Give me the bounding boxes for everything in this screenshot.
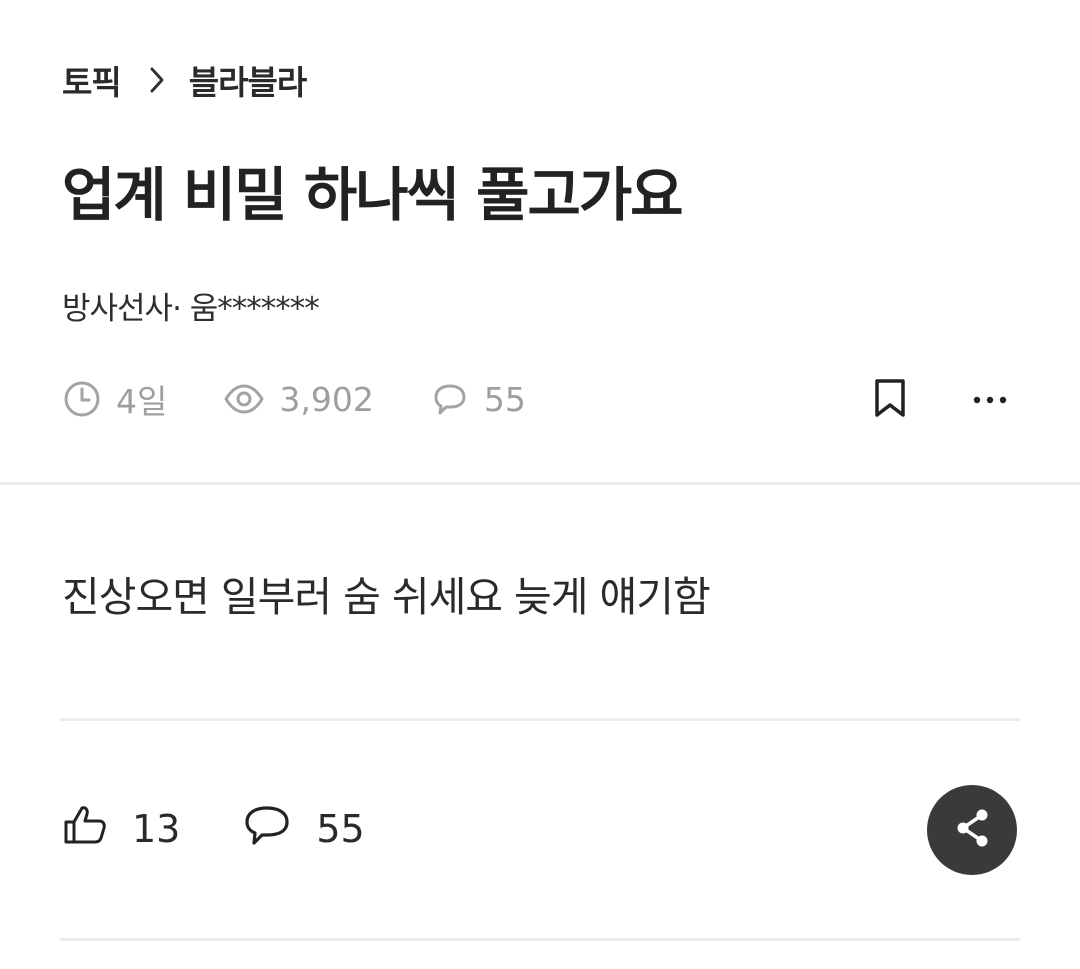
- thumbs-up-icon: [62, 802, 108, 857]
- clock-icon: [62, 379, 102, 419]
- breadcrumb-board[interactable]: 블라블라: [189, 56, 307, 104]
- stat-views: 3,902: [223, 379, 374, 419]
- comment-button[interactable]: 55: [242, 802, 365, 857]
- stat-time: 4일: [62, 375, 167, 423]
- speech-bubble-icon: [242, 802, 292, 857]
- like-button[interactable]: 13: [62, 802, 180, 857]
- post-author[interactable]: 방사선사· 움*******: [62, 283, 320, 328]
- bookmark-button[interactable]: [870, 378, 910, 422]
- more-icon: [972, 390, 1008, 409]
- comments-value: 55: [483, 379, 526, 419]
- actions-divider: [60, 938, 1020, 941]
- stat-comments: 55: [430, 379, 526, 419]
- share-button[interactable]: [927, 785, 1017, 875]
- post-body: 진상오면 일부러 숨 쉬세요 늦게 얘기함: [62, 573, 711, 621]
- body-divider: [60, 718, 1020, 721]
- post-actions: 13 55: [62, 804, 365, 854]
- more-button[interactable]: [966, 382, 1014, 416]
- speech-bubble-icon: [430, 379, 470, 419]
- comment-count: 55: [316, 807, 365, 851]
- post-stats: 4일 3,902 55: [62, 376, 526, 422]
- chevron-right-icon: [147, 65, 167, 95]
- views-value: 3,902: [279, 379, 374, 419]
- like-count: 13: [132, 807, 181, 851]
- bookmark-icon: [873, 378, 907, 422]
- share-icon: [952, 806, 992, 854]
- header-divider: [0, 482, 1080, 485]
- time-value: 4일: [116, 382, 168, 421]
- breadcrumb: 토픽 블라블라: [62, 56, 307, 104]
- eye-icon: [223, 379, 265, 419]
- breadcrumb-topic[interactable]: 토픽: [62, 56, 122, 104]
- post-title: 업계 비밀 하나씩 풀고가요: [62, 161, 684, 229]
